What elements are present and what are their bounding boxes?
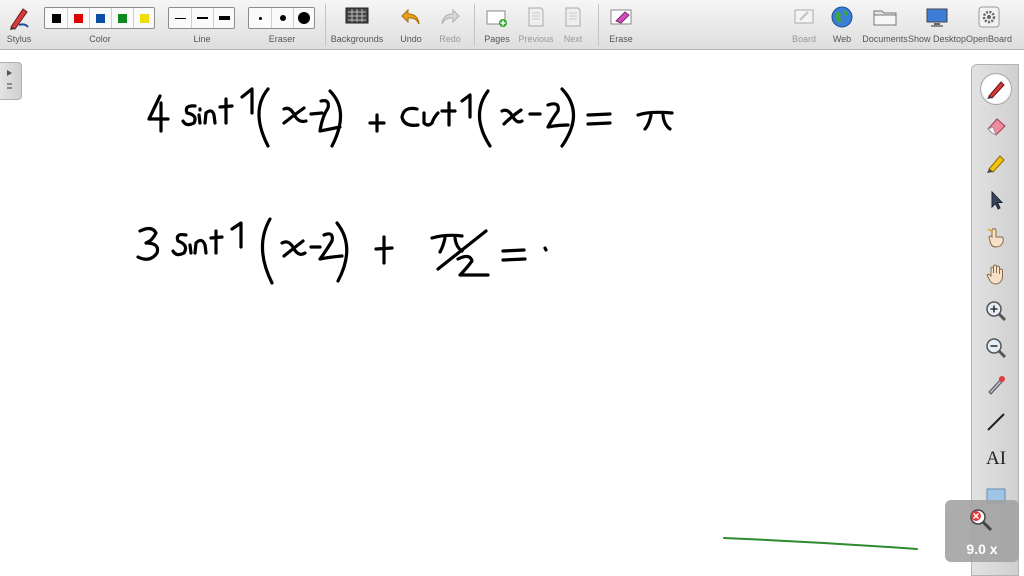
line-tool-button[interactable] [980, 406, 1012, 438]
eraser-label: Eraser [268, 34, 296, 44]
openboard-label: OpenBoard [965, 34, 1013, 44]
magnifier-icon [970, 509, 993, 532]
openboard-menu-button[interactable]: OpenBoard [966, 0, 1012, 50]
selector-tool-button[interactable] [980, 184, 1012, 216]
whiteboard-canvas[interactable] [0, 51, 1024, 576]
add-page-icon [486, 10, 507, 27]
next-page-icon [565, 7, 581, 27]
web-button[interactable]: Web [826, 0, 858, 50]
line-label: Line [193, 34, 211, 44]
zoom-in-icon [986, 301, 1007, 322]
pen-tool-button[interactable] [980, 73, 1012, 105]
play-tool-button[interactable] [980, 221, 1012, 253]
toolbar-divider [474, 4, 475, 46]
stylus-label: Stylus [6, 34, 32, 44]
hand-pointer-icon [987, 228, 1004, 248]
documents-button[interactable]: Documents [862, 0, 908, 50]
green-ink-stroke [723, 537, 918, 550]
erase-button[interactable]: Erase [604, 0, 638, 50]
eraser-tool-button[interactable] [980, 110, 1012, 142]
main-toolbar: Stylus Color Line Eraser Backgrounds Und… [0, 0, 1024, 50]
documents-label: Documents [862, 34, 908, 44]
zoom-in-tool-button[interactable] [980, 295, 1012, 327]
zoom-out-tool-button[interactable] [980, 332, 1012, 364]
line-thin-button[interactable] [169, 8, 191, 28]
undo-icon [401, 8, 420, 25]
backgrounds-icon [345, 7, 369, 24]
eraser-small-button[interactable] [249, 8, 271, 28]
previous-label: Previous [518, 34, 554, 44]
pointer-icon [991, 190, 1004, 210]
toolbar-divider [325, 4, 326, 46]
toolbar-divider [598, 4, 599, 46]
color-swatch-green[interactable] [111, 8, 133, 28]
line-medium-button[interactable] [191, 8, 213, 28]
highlighter-tool-button[interactable] [980, 147, 1012, 179]
color-palette [44, 7, 155, 29]
previous-page-icon [528, 7, 544, 27]
line-width-selector [168, 7, 235, 29]
laser-icon [988, 376, 1005, 395]
show-desktop-label: Show Desktop [907, 34, 967, 44]
previous-page-button[interactable]: Previous [517, 0, 555, 50]
line-thick-button[interactable] [213, 8, 234, 28]
board-icon [794, 9, 814, 24]
undo-label: Undo [400, 34, 422, 44]
backgrounds-button[interactable]: Backgrounds [330, 0, 384, 50]
erase-label: Erase [609, 34, 633, 44]
redo-label: Redo [439, 34, 461, 44]
eraser-size-selector [248, 7, 315, 29]
stylus-icon [10, 8, 29, 30]
color-swatch-black[interactable] [45, 8, 67, 28]
handwritten-equation-2 [136, 217, 548, 285]
zoom-level: 9.0 x [966, 541, 998, 557]
zoom-out-icon [986, 338, 1007, 359]
color-swatch-yellow[interactable] [133, 8, 154, 28]
board-label: Board [791, 34, 817, 44]
hand-tool-button[interactable] [980, 258, 1012, 290]
stylus-button[interactable]: Stylus [0, 0, 38, 50]
pan-hand-icon [986, 264, 1003, 285]
laser-pointer-button[interactable] [980, 369, 1012, 401]
redo-icon [441, 8, 460, 25]
text-icon: AI [985, 448, 1007, 469]
desktop-monitor-icon [926, 8, 948, 27]
folder-icon [873, 10, 897, 26]
eraser-group: Eraser [248, 0, 316, 50]
line-icon [987, 413, 1005, 431]
color-group: Color [44, 0, 156, 50]
highlighter-icon [987, 155, 1005, 173]
text-tool-button[interactable]: AI [980, 443, 1012, 475]
handwritten-equation-1 [147, 87, 674, 148]
zoom-indicator: 9.0 x [945, 500, 1019, 562]
pages-label: Pages [484, 34, 510, 44]
undo-button[interactable]: Undo [394, 0, 428, 50]
gear-icon [978, 6, 1000, 28]
eraser-large-button[interactable] [293, 8, 314, 28]
color-swatch-red[interactable] [67, 8, 89, 28]
erase-board-icon [610, 9, 632, 25]
color-swatch-blue[interactable] [89, 8, 111, 28]
backgrounds-label: Backgrounds [330, 34, 384, 44]
pages-button[interactable]: Pages [480, 0, 514, 50]
next-label: Next [563, 34, 583, 44]
web-label: Web [832, 34, 852, 44]
globe-icon [831, 6, 853, 28]
next-page-button[interactable]: Next [556, 0, 590, 50]
show-desktop-button[interactable]: Show Desktop [907, 0, 967, 50]
eraser-icon [987, 118, 1006, 137]
eraser-medium-button[interactable] [271, 8, 293, 28]
pen-icon [987, 81, 1005, 99]
redo-button[interactable]: Redo [433, 0, 467, 50]
board-button[interactable]: Board [788, 0, 820, 50]
color-label: Color [89, 34, 111, 44]
line-group: Line [168, 0, 236, 50]
